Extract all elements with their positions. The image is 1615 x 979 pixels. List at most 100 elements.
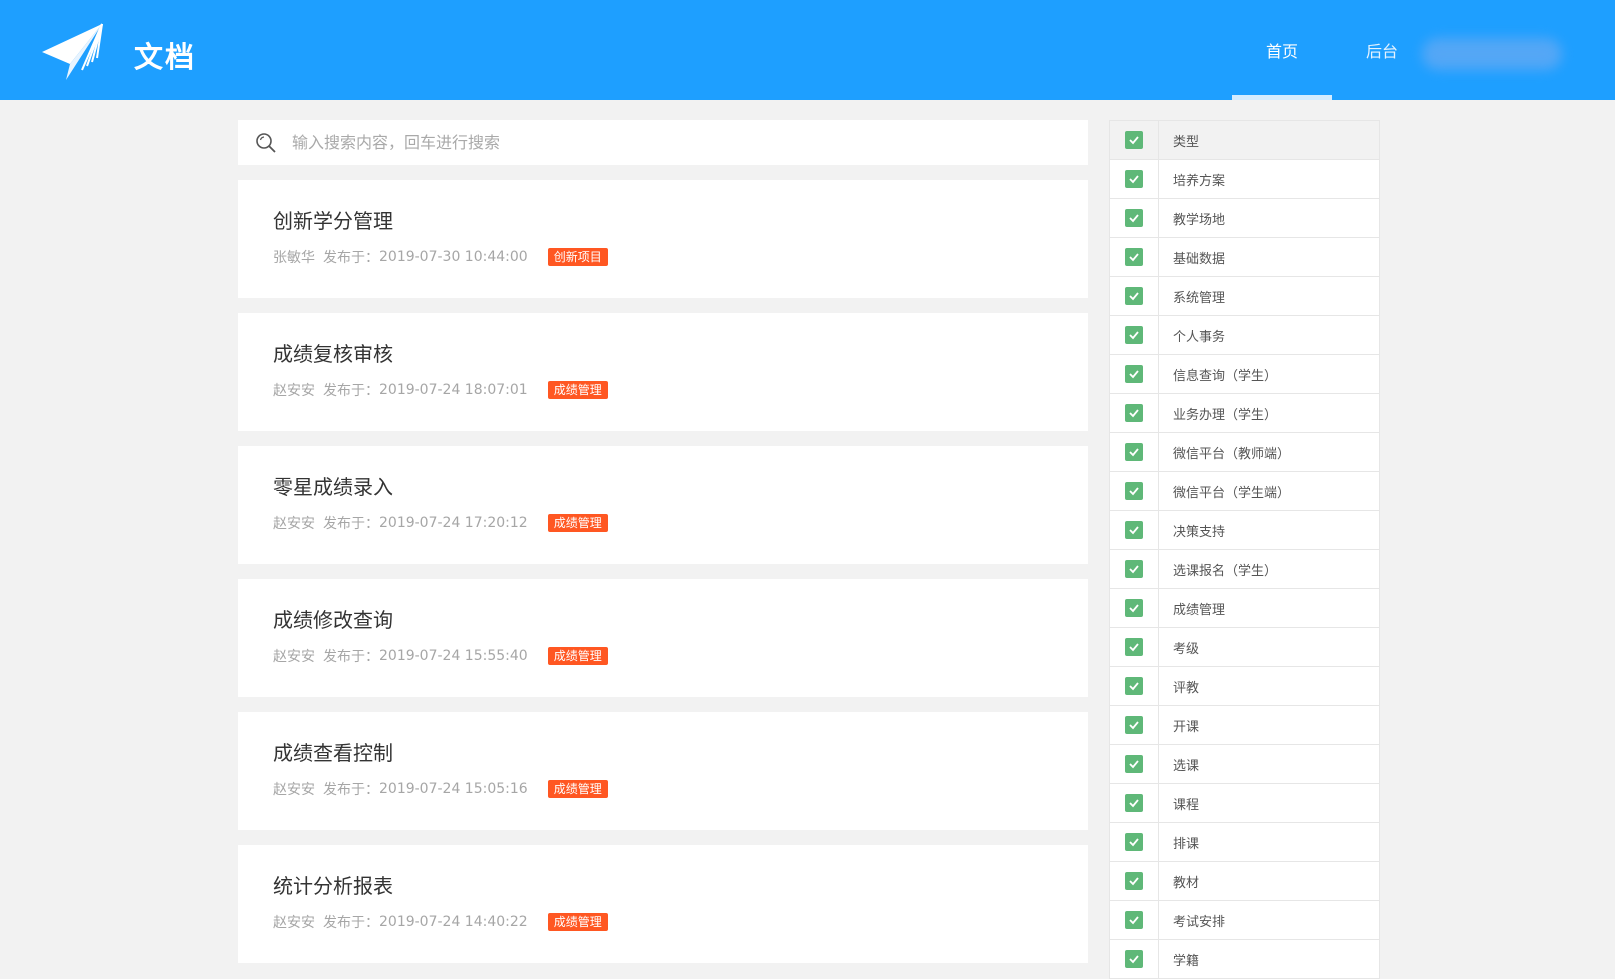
filter-row[interactable]: 培养方案: [1110, 160, 1379, 199]
top-header: 文档 首页 后台: [0, 0, 1615, 100]
type-checkbox[interactable]: [1125, 833, 1143, 851]
type-checkbox[interactable]: [1125, 443, 1143, 461]
type-label: 信息查询（学生）: [1173, 368, 1278, 384]
select-all-checkbox[interactable]: [1125, 131, 1143, 149]
doc-card[interactable]: 零星成绩录入 赵安安 发布于： 2019-07-24 17:20:12 成绩管理: [238, 446, 1088, 564]
type-label: 学籍: [1173, 953, 1200, 969]
filter-row[interactable]: 考级: [1110, 628, 1379, 667]
doc-title[interactable]: 成绩修改查询: [273, 604, 393, 633]
filter-row[interactable]: 业务办理（学生）: [1110, 394, 1379, 433]
check-icon: [1129, 409, 1139, 418]
type-checkbox[interactable]: [1125, 170, 1143, 188]
filter-row[interactable]: 选课报名（学生）: [1110, 550, 1379, 589]
doc-published-label: 发布于：: [323, 649, 379, 665]
doc-card[interactable]: 成绩查看控制 赵安安 发布于： 2019-07-24 15:05:16 成绩管理: [238, 712, 1088, 830]
doc-author: 赵安安: [273, 383, 315, 399]
filter-row[interactable]: 学籍: [1110, 940, 1379, 979]
doc-date: 2019-07-30 10:44:00: [379, 249, 528, 265]
filter-row[interactable]: 决策支持: [1110, 511, 1379, 550]
type-checkbox[interactable]: [1125, 911, 1143, 929]
type-checkbox[interactable]: [1125, 755, 1143, 773]
paper-plane-icon[interactable]: [40, 22, 104, 82]
check-icon: [1129, 604, 1139, 613]
check-icon: [1129, 838, 1139, 847]
type-label: 选课报名（学生）: [1173, 563, 1278, 579]
type-checkbox[interactable]: [1125, 521, 1143, 539]
type-checkbox[interactable]: [1125, 716, 1143, 734]
doc-title[interactable]: 创新学分管理: [273, 205, 393, 234]
type-checkbox[interactable]: [1125, 287, 1143, 305]
filter-row[interactable]: 微信平台（教师端）: [1110, 433, 1379, 472]
type-checkbox[interactable]: [1125, 248, 1143, 266]
filter-row[interactable]: 教材: [1110, 862, 1379, 901]
doc-title[interactable]: 成绩复核审核: [273, 338, 393, 367]
type-checkbox[interactable]: [1125, 404, 1143, 422]
doc-meta: 赵安安 发布于： 2019-07-24 14:40:22 成绩管理: [273, 912, 608, 932]
check-icon: [1129, 643, 1139, 652]
doc-published-label: 发布于：: [323, 383, 379, 399]
type-label: 决策支持: [1173, 524, 1226, 540]
filter-header-row[interactable]: 类型: [1110, 121, 1379, 160]
search-bar: [238, 120, 1088, 165]
filter-row[interactable]: 考试安排: [1110, 901, 1379, 940]
check-icon: [1129, 877, 1139, 886]
filter-row[interactable]: 排课: [1110, 823, 1379, 862]
type-checkbox[interactable]: [1125, 638, 1143, 656]
filter-row[interactable]: 开课: [1110, 706, 1379, 745]
doc-tag[interactable]: 成绩管理: [547, 647, 608, 665]
doc-title[interactable]: 统计分析报表: [273, 870, 393, 899]
type-checkbox[interactable]: [1125, 560, 1143, 578]
doc-author: 张敏华: [273, 250, 315, 266]
filter-row[interactable]: 基础数据: [1110, 238, 1379, 277]
doc-tag[interactable]: 成绩管理: [547, 913, 608, 931]
type-label: 课程: [1173, 797, 1200, 813]
type-checkbox[interactable]: [1125, 365, 1143, 383]
type-checkbox[interactable]: [1125, 599, 1143, 617]
type-checkbox[interactable]: [1125, 326, 1143, 344]
doc-card[interactable]: 创新学分管理 张敏华 发布于： 2019-07-30 10:44:00 创新项目: [238, 180, 1088, 298]
type-checkbox[interactable]: [1125, 794, 1143, 812]
doc-title[interactable]: 成绩查看控制: [273, 737, 393, 766]
filter-row[interactable]: 评教: [1110, 667, 1379, 706]
filter-row[interactable]: 教学场地: [1110, 199, 1379, 238]
filter-row[interactable]: 课程: [1110, 784, 1379, 823]
type-label: 微信平台（教师端）: [1173, 446, 1291, 462]
type-checkbox[interactable]: [1125, 482, 1143, 500]
doc-tag[interactable]: 创新项目: [547, 248, 608, 266]
doc-meta: 赵安安 发布于： 2019-07-24 15:05:16 成绩管理: [273, 779, 608, 799]
check-icon: [1129, 370, 1139, 379]
doc-author: 赵安安: [273, 649, 315, 665]
type-label: 系统管理: [1173, 290, 1226, 306]
check-icon: [1129, 721, 1139, 730]
type-label: 个人事务: [1173, 329, 1226, 345]
search-input[interactable]: [290, 121, 1088, 164]
type-checkbox[interactable]: [1125, 209, 1143, 227]
filter-row[interactable]: 系统管理: [1110, 277, 1379, 316]
filter-row[interactable]: 微信平台（学生端）: [1110, 472, 1379, 511]
check-icon: [1129, 682, 1139, 691]
doc-meta: 赵安安 发布于： 2019-07-24 18:07:01 成绩管理: [273, 380, 608, 400]
doc-tag[interactable]: 成绩管理: [547, 381, 608, 399]
nav-home-label: 首页: [1265, 42, 1298, 61]
nav-home[interactable]: 首页: [1232, 0, 1332, 100]
doc-tag[interactable]: 成绩管理: [547, 780, 608, 798]
type-label: 培养方案: [1173, 173, 1226, 189]
doc-card[interactable]: 成绩复核审核 赵安安 发布于： 2019-07-24 18:07:01 成绩管理: [238, 313, 1088, 431]
filter-row[interactable]: 信息查询（学生）: [1110, 355, 1379, 394]
nav-admin[interactable]: 后台: [1332, 0, 1432, 100]
check-icon: [1129, 214, 1139, 223]
filter-row[interactable]: 成绩管理: [1110, 589, 1379, 628]
doc-date: 2019-07-24 14:40:22: [379, 914, 528, 930]
doc-title[interactable]: 零星成绩录入: [273, 471, 393, 500]
filter-row[interactable]: 个人事务: [1110, 316, 1379, 355]
doc-published-label: 发布于：: [323, 915, 379, 931]
filter-row[interactable]: 选课: [1110, 745, 1379, 784]
doc-date: 2019-07-24 18:07:01: [379, 382, 528, 398]
type-checkbox[interactable]: [1125, 872, 1143, 890]
doc-tag[interactable]: 成绩管理: [547, 514, 608, 532]
brand-title[interactable]: 文档: [134, 34, 196, 76]
type-checkbox[interactable]: [1125, 677, 1143, 695]
doc-card[interactable]: 统计分析报表 赵安安 发布于： 2019-07-24 14:40:22 成绩管理: [238, 845, 1088, 963]
doc-card[interactable]: 成绩修改查询 赵安安 发布于： 2019-07-24 15:55:40 成绩管理: [238, 579, 1088, 697]
type-checkbox[interactable]: [1125, 950, 1143, 968]
